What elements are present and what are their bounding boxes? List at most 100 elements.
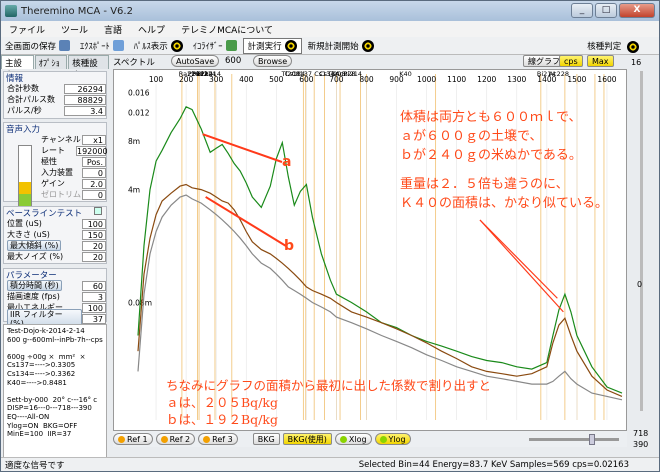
- audio-label: ゲイン: [41, 179, 65, 188]
- params-title: パラメーター: [6, 271, 57, 281]
- scroll-track[interactable]: [640, 71, 643, 411]
- label-b-pointer: [205, 196, 287, 247]
- gain-value[interactable]: 2.0: [82, 178, 106, 189]
- annotation-label-a: a: [282, 154, 292, 170]
- audio-label: ゼロトリム: [41, 190, 81, 199]
- rate-value[interactable]: 192000: [76, 145, 108, 156]
- pulse-display-label: ﾊﾟﾙｽ表示: [133, 41, 168, 52]
- baseline-group: ベースラインテスト 位置 (uS) 100 大きさ (uS) 150 最大傾斜 (%…: [3, 206, 107, 264]
- scroll-mid-value: 0: [637, 280, 643, 289]
- radiation-icon: [284, 39, 297, 52]
- zoom-slider[interactable]: [529, 433, 619, 445]
- annotation-bottom-3: ｂは、１９２Bq/kg: [166, 412, 278, 427]
- maximize-button[interactable]: □: [595, 3, 617, 18]
- k40-arrow: [479, 219, 564, 313]
- radiation-icon: [627, 40, 639, 53]
- bkg-use-button[interactable]: BKG(使用): [282, 433, 332, 445]
- ref2-led: [160, 435, 168, 443]
- x-tick-label: 1200: [477, 75, 496, 84]
- ylog-button[interactable]: Ylog: [374, 433, 411, 445]
- zoom-slider-thumb[interactable]: [589, 433, 595, 445]
- browse-button[interactable]: Browse: [253, 55, 293, 67]
- chart-header: スペクトル AutoSave 600 Browse 線グラフ cps Max: [113, 55, 643, 69]
- pulse-display-button[interactable]: ﾊﾟﾙｽ表示: [130, 38, 187, 54]
- info-group: 情報 合計秒数 26294 合計パルス数 88829 パルス/秒 3.4: [3, 71, 107, 119]
- baseline-checkbox[interactable]: [94, 207, 102, 215]
- radiation-icon: [170, 39, 183, 52]
- info-row: パルス/秒 3.4: [4, 105, 106, 116]
- window-title: Theremino MCA - V6.2: [21, 5, 133, 17]
- cps-button[interactable]: cps: [559, 55, 583, 67]
- nuclide-label: Pb214: [201, 70, 221, 78]
- equalizer-button[interactable]: ｲｺﾗｲｻﾞｰ: [189, 38, 241, 54]
- ref1-label: Ref 1: [127, 434, 148, 444]
- bkg-button[interactable]: BKG: [252, 433, 280, 445]
- menu-help[interactable]: ヘルプ: [130, 23, 173, 36]
- integration-cell: 積分時間 (秒): [7, 280, 82, 291]
- integration-time-button[interactable]: 積分時間 (秒): [7, 280, 62, 291]
- audio-title: 音声入力: [6, 125, 41, 135]
- params-row: 描画速度 (fps) 3: [4, 291, 106, 302]
- audio-label: 入力装置: [41, 168, 73, 177]
- nuclide-label: Cs137: [292, 70, 312, 78]
- ref2-button[interactable]: Ref 2: [155, 433, 196, 445]
- label-a-pointer: [202, 133, 283, 163]
- notes-textbox[interactable]: Test-Dojo-k-2014-2-14 600 g--600ml--inPb…: [3, 324, 107, 459]
- annotation-volume-3: ｂが２４０ｇの米ぬかである。: [400, 148, 582, 163]
- y-tick-label: 0.016: [128, 88, 150, 97]
- max-button[interactable]: Max: [587, 55, 614, 67]
- close-button[interactable]: X: [619, 3, 655, 18]
- polarity-value[interactable]: Pos.: [82, 156, 106, 167]
- autosave-value[interactable]: 600: [225, 56, 241, 66]
- status-left: 適度な信号です: [5, 461, 65, 471]
- info-label: 合計秒数: [7, 84, 39, 93]
- new-measure-button[interactable]: 新規計測開始: [304, 38, 378, 54]
- draw-speed-value[interactable]: 3: [82, 291, 106, 302]
- size-value[interactable]: 150: [82, 229, 106, 240]
- ref3-button[interactable]: Ref 3: [198, 433, 238, 445]
- tab-main-settings[interactable]: 主設定: [1, 55, 34, 81]
- minimize-button[interactable]: _: [571, 3, 593, 18]
- xlog-button[interactable]: Xlog: [334, 433, 372, 445]
- menu-tools[interactable]: ツール: [53, 23, 96, 36]
- total-pulses-value: 88829: [64, 94, 106, 105]
- info-label: 合計パルス数: [7, 95, 55, 104]
- menu-language[interactable]: 言語: [96, 23, 130, 36]
- spectrum-series-background: [137, 194, 623, 401]
- min-energy-value[interactable]: 100: [82, 302, 106, 313]
- integration-time-value[interactable]: 60: [82, 280, 106, 291]
- audio-group: 音声入力 チャンネル x1 レート 192000 極性 Pos. 入力装置 0 ゲイン 2…: [3, 122, 108, 213]
- audio-row: レート 192000: [38, 145, 108, 156]
- scroll-top-value: 16: [631, 58, 642, 67]
- input-device-value[interactable]: 0: [82, 167, 106, 178]
- audio-label: 極性: [41, 157, 57, 166]
- ylog-label: Ylog: [388, 434, 406, 444]
- channel-value[interactable]: x1: [82, 134, 106, 145]
- menu-file[interactable]: ファイル: [1, 23, 53, 36]
- right-scrollbar[interactable]: 16 0 718 390: [629, 55, 657, 455]
- zero-trim-value[interactable]: 0: [82, 189, 106, 200]
- ref1-button[interactable]: Ref 1: [113, 433, 153, 445]
- max-noise-value[interactable]: 20: [82, 251, 106, 262]
- spectrum-chart[interactable]: 100 200 300 400 500 600 700 800 900 1000 1100 1200 1…: [113, 69, 627, 431]
- nuclide-label: Ac228: [549, 70, 569, 78]
- params-row: IIR フィルター (%) 37: [4, 308, 106, 329]
- baseline-label: 位置 (uS): [7, 219, 42, 228]
- position-value[interactable]: 100: [82, 218, 106, 229]
- autosave-button[interactable]: AutoSave: [171, 55, 220, 67]
- run-measure-label: 計測実行: [247, 41, 282, 52]
- tab-nuclide-settings[interactable]: 核種設定: [68, 55, 109, 81]
- total-seconds-value: 26294: [64, 83, 106, 94]
- nuclide-judge-button[interactable]: 核種判定: [587, 40, 639, 53]
- menu-bar: ファイル ツール 言語 ヘルプ テレミノMCAについて: [1, 21, 659, 37]
- save-screen-button[interactable]: 全画面の保存: [1, 38, 74, 54]
- audio-row: ゼロトリム 0: [38, 189, 106, 200]
- info-row: 合計パルス数 88829: [4, 94, 106, 105]
- excel-export-button[interactable]: ｴｸｽﾎﾟｰﾄ: [76, 38, 128, 54]
- iir-filter-value[interactable]: 37: [82, 313, 106, 324]
- max-slope-button[interactable]: 最大傾斜 (%): [7, 240, 62, 251]
- tab-options[interactable]: ｵﾌﾟｼｮﾝ: [34, 55, 68, 81]
- max-slope-value[interactable]: 20: [82, 240, 106, 251]
- run-measure-button[interactable]: 計測実行: [242, 37, 302, 54]
- menu-about[interactable]: テレミノMCAについて: [173, 23, 281, 36]
